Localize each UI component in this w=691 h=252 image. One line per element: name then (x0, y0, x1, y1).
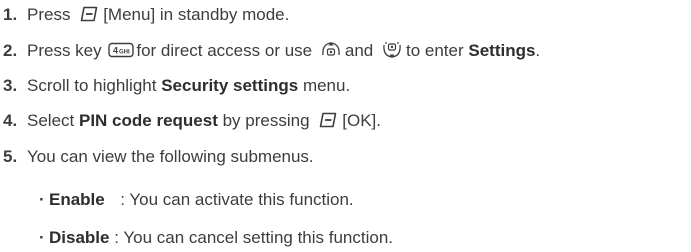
step-text: menu. (302, 76, 351, 95)
step-text: to enter (405, 41, 464, 60)
step-text: Scroll to highlight (27, 76, 157, 95)
step-number: 1. (3, 5, 18, 24)
step-3: 3. Scroll to highlight Security settings … (3, 76, 350, 96)
security-settings-label: Security settings (161, 76, 299, 95)
step-text: . (535, 41, 541, 60)
step-number: 2. (3, 41, 18, 60)
step-number: 4. (3, 111, 18, 130)
step-text: by pressing (222, 111, 310, 130)
step-text: You can view the following submenus. (27, 147, 314, 166)
step-4: 4. Select PIN code request by pressing [O… (3, 111, 381, 131)
key-4-ghi-icon: 4 GHI (108, 42, 135, 58)
pin-code-request-label: PIN code request (78, 111, 218, 130)
submenu-enable: · Enable : You can activate this function… (39, 190, 354, 210)
step-text: Press key (27, 41, 102, 60)
soft-key-icon (318, 112, 338, 128)
step-text: for direct access or use (136, 41, 313, 60)
bullet: · (39, 228, 45, 247)
step-1: 1. Press [Menu] in standby mode. (3, 5, 289, 25)
step-5: 5. You can view the following submenus. (3, 147, 314, 167)
bullet: · (39, 190, 45, 209)
step-text: Press (27, 5, 71, 24)
nav-up-icon (320, 40, 342, 60)
soft-key-icon (79, 6, 99, 22)
submenu-name: Disable (49, 228, 110, 247)
step-text: Select (27, 111, 75, 130)
step-number: 5. (3, 147, 18, 166)
step-text: [Menu] in standby mode. (103, 5, 290, 24)
submenu-name: Enable (49, 190, 105, 209)
svg-text:GHI: GHI (119, 49, 130, 55)
nav-down-icon (381, 40, 403, 60)
submenu-description: : You can cancel setting this function. (114, 228, 394, 247)
submenu-disable: · Disable : You can cancel setting this f… (39, 228, 393, 248)
svg-text:4: 4 (113, 45, 118, 55)
settings-label: Settings (468, 41, 536, 60)
submenu-description: : You can activate this function. (120, 190, 354, 209)
step-number: 3. (3, 76, 18, 95)
step-text: [OK]. (342, 111, 381, 130)
step-text: and (344, 41, 374, 60)
step-2: 2. Press key 4 GHI for direct access or u… (3, 41, 540, 61)
